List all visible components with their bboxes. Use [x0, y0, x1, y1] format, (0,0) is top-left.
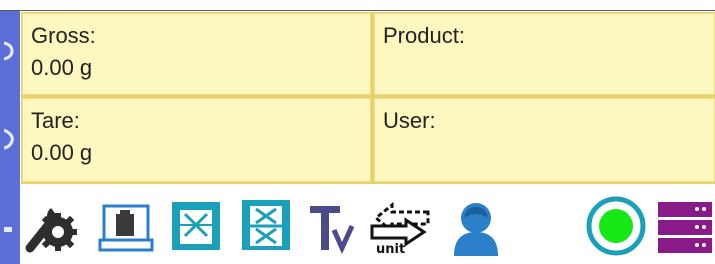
unit-label: unit: [376, 242, 405, 256]
user-profile-icon: [454, 203, 498, 256]
tare-button[interactable]: [96, 196, 156, 256]
database-button[interactable]: [654, 196, 714, 256]
product-label: Product:: [383, 23, 465, 48]
top-border: [0, 0, 715, 11]
side-tab-gear-icon[interactable]: [4, 39, 16, 63]
clear-button[interactable]: [166, 196, 226, 256]
settings-button[interactable]: [24, 196, 84, 256]
side-tab-edge-icon[interactable]: [4, 219, 16, 243]
bottom-toolbar: unit: [20, 186, 715, 264]
database-server-icon: [658, 202, 712, 253]
side-tab-strip[interactable]: [0, 11, 20, 264]
text-check-icon: [310, 206, 355, 255]
user-label: User:: [383, 108, 436, 133]
status-button[interactable]: [586, 196, 646, 256]
user-cell[interactable]: User:: [374, 98, 715, 182]
clear-split-button[interactable]: [236, 196, 296, 256]
unit-switch-arrows-icon: unit: [370, 201, 430, 256]
gross-cell: Gross: 0.00 g: [22, 13, 371, 95]
tare-weight-scale-icon: [98, 204, 154, 252]
side-tab-shape-icon[interactable]: [4, 127, 16, 151]
settings-wrench-gear-icon: [25, 208, 77, 253]
tare-value: 0.00 g: [31, 140, 93, 165]
gross-value: 0.00 g: [31, 55, 93, 80]
unit-switch-button[interactable]: unit: [370, 196, 430, 256]
product-cell[interactable]: Product:: [374, 13, 715, 95]
user-button[interactable]: [446, 196, 506, 256]
text-check-button[interactable]: [304, 196, 364, 256]
gross-label: Gross:: [31, 23, 96, 48]
info-panel-grid: Gross: 0.00 g Product: Tare: 0.00 g User…: [21, 12, 715, 184]
clear-x-panel-icon: [172, 202, 220, 250]
tare-label: Tare:: [31, 108, 80, 133]
status-indicator-green-icon: [586, 196, 646, 256]
clear-x-split-panel-icon: [242, 200, 290, 250]
tare-cell: Tare: 0.00 g: [22, 98, 371, 182]
